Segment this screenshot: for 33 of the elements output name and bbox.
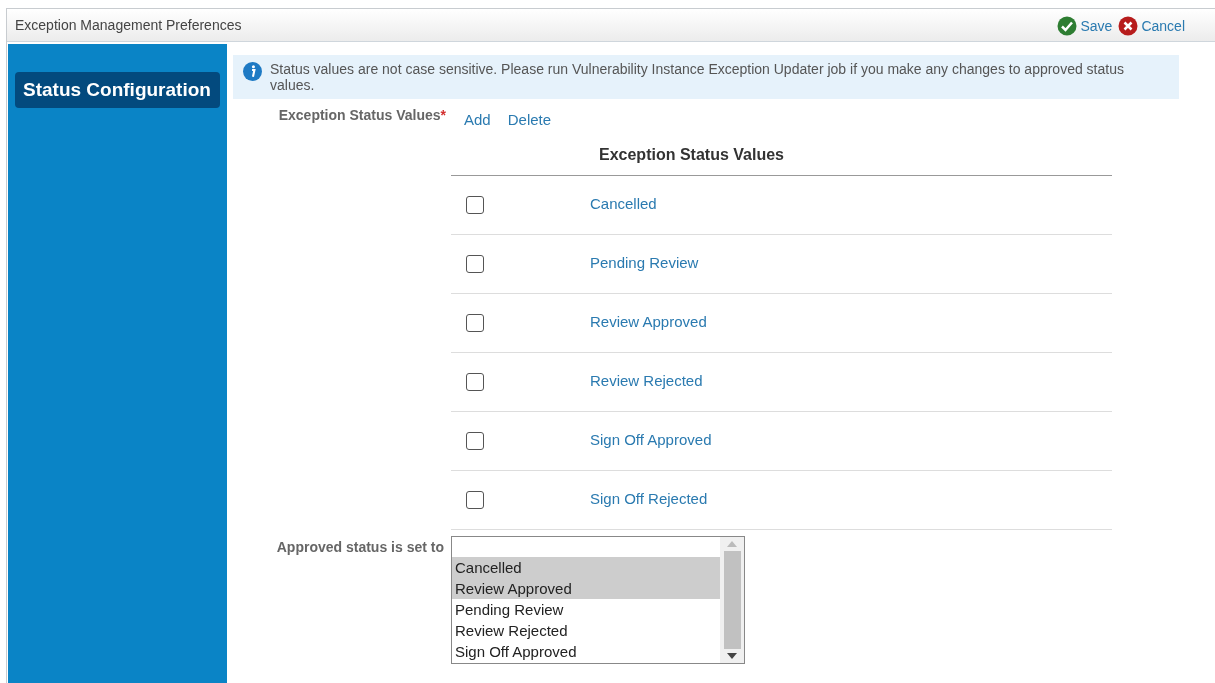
status-value-link[interactable]: Sign Off Approved <box>590 429 712 452</box>
info-icon <box>243 62 262 81</box>
status-value-link[interactable]: Pending Review <box>590 252 699 275</box>
window-title: Exception Management Preferences <box>15 15 242 35</box>
checkbox[interactable] <box>466 490 484 509</box>
check-icon <box>1057 16 1078 36</box>
column-header: Exception Status Values <box>599 145 784 165</box>
field-label: Approved status is set to <box>275 537 445 557</box>
checkbox[interactable] <box>466 254 484 273</box>
sidebar-item[interactable]: Status Configuration <box>15 72 220 108</box>
save-button[interactable]: Save <box>1057 15 1113 37</box>
listbox-option[interactable]: Cancelled <box>452 556 720 578</box>
status-listbox[interactable]: Cancelled Review Approved Pending Review Review Rejected Sign Off Approved <box>451 535 745 664</box>
checkbox[interactable] <box>466 431 484 450</box>
cancel-button[interactable]: Cancel <box>1118 15 1185 37</box>
close-icon <box>1118 16 1139 36</box>
listbox-option[interactable]: Pending Review <box>452 598 720 620</box>
add-link[interactable]: Add <box>464 109 491 132</box>
scrollbar[interactable] <box>720 536 744 663</box>
checkbox[interactable] <box>466 195 484 214</box>
status-value-link[interactable]: Cancelled <box>590 193 657 216</box>
status-value-link[interactable]: Review Approved <box>590 311 707 334</box>
listbox-option[interactable]: Review Approved <box>452 577 720 599</box>
status-value-link[interactable]: Review Rejected <box>590 370 703 393</box>
listbox-option[interactable]: Sign Off Approved <box>452 640 720 662</box>
status-value-link[interactable]: Sign Off Rejected <box>590 488 708 511</box>
checkbox[interactable] <box>466 313 484 332</box>
delete-link[interactable]: Delete <box>507 109 552 132</box>
scroll-down-icon[interactable] <box>727 652 737 659</box>
info-text: Status values are not case sensitive. Please run Vulnerability Instance Exception Updater job if you make any changes to approved status values. <box>270 61 1125 93</box>
field-label: Exception Status Values* <box>277 106 447 125</box>
listbox-option[interactable]: Review Rejected <box>452 619 720 641</box>
checkbox[interactable] <box>466 372 484 391</box>
